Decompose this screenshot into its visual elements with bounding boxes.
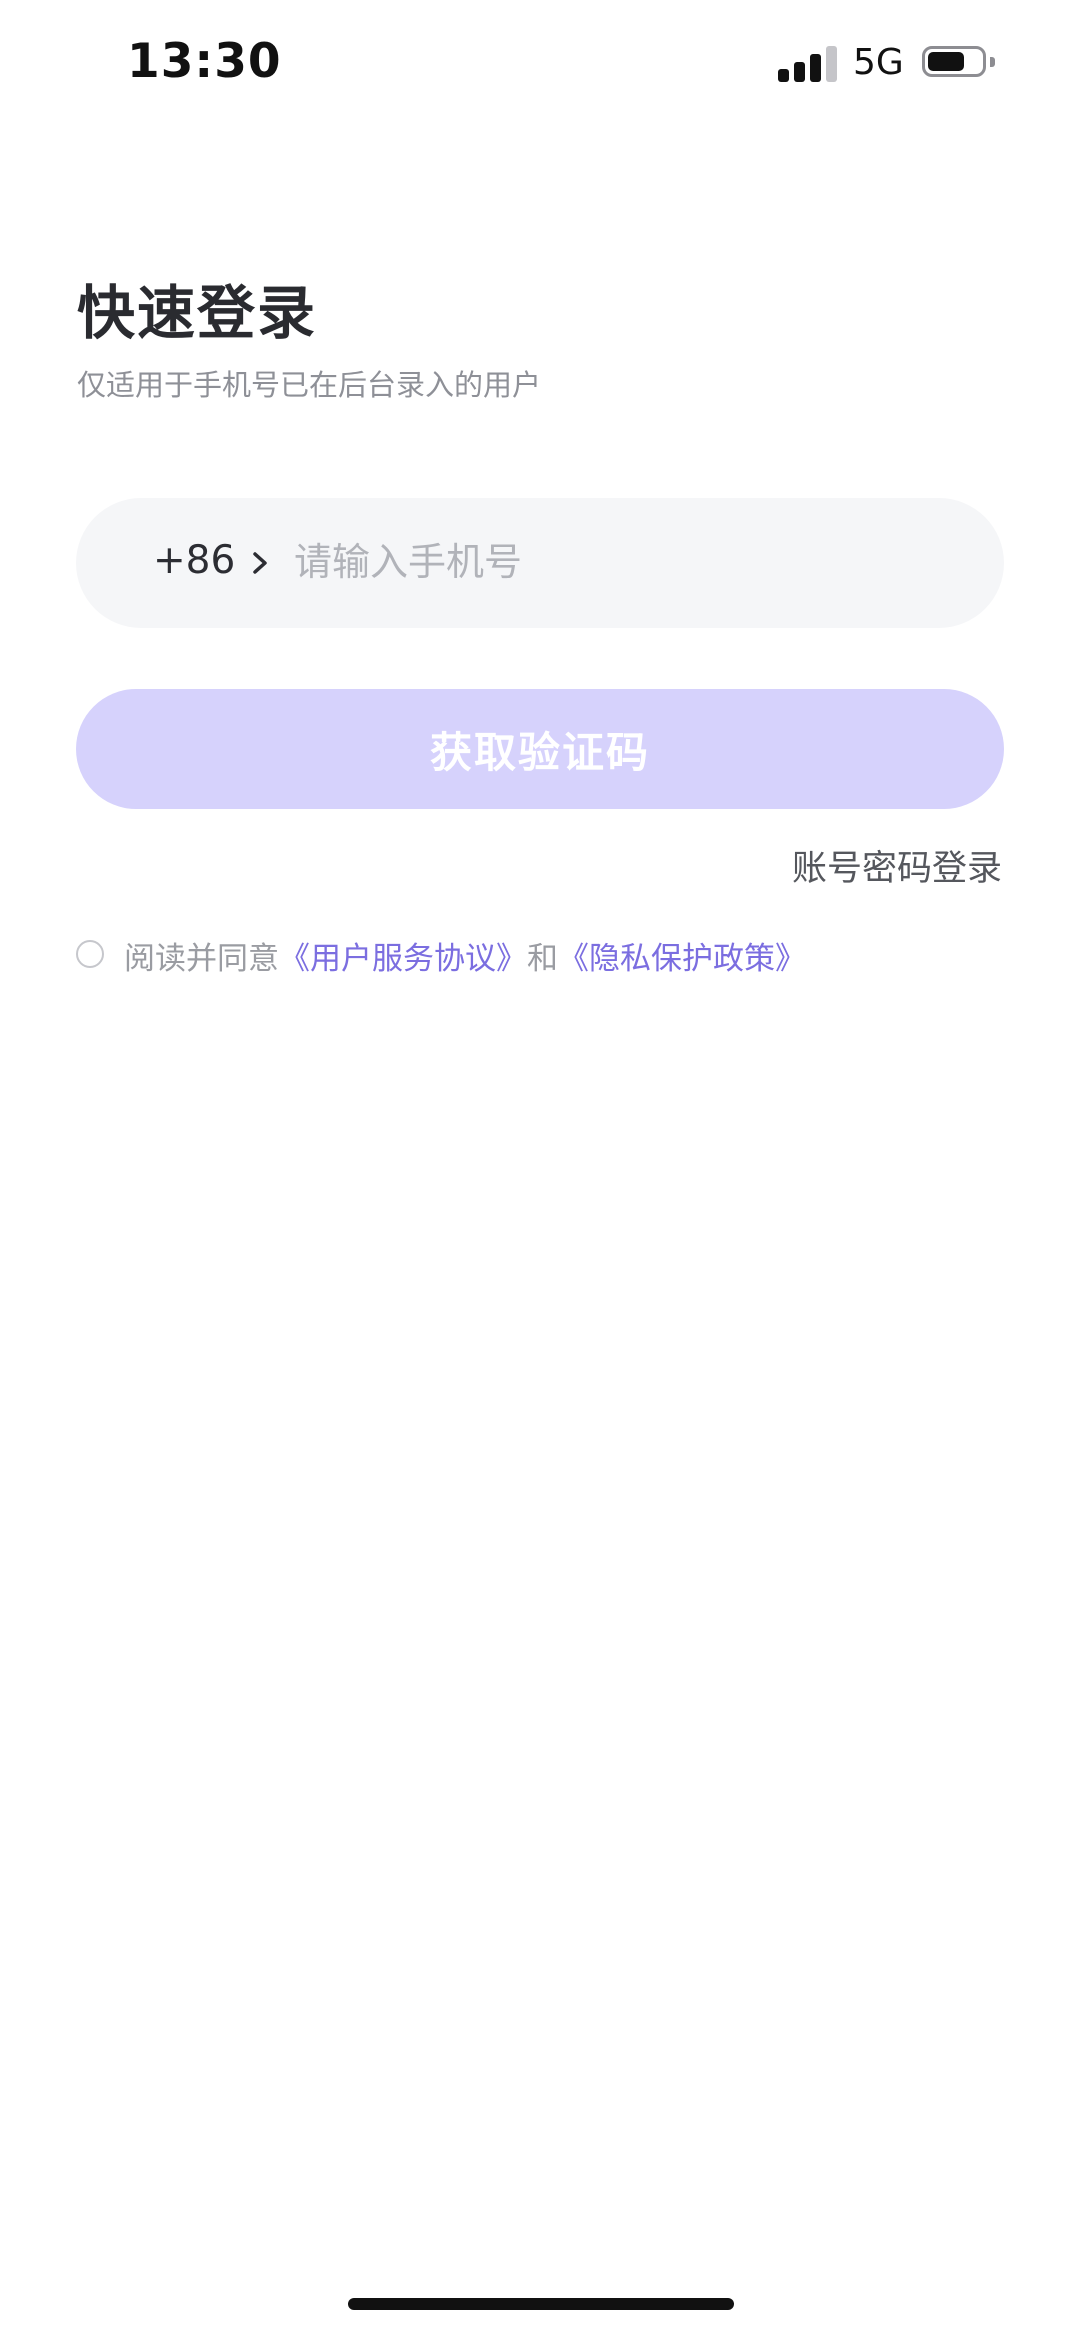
- signal-icon: [778, 44, 838, 82]
- chevron-right-icon[interactable]: [248, 548, 272, 578]
- agreement-conjunction: 和: [527, 941, 558, 977]
- page-title: 快速登录: [77, 279, 318, 347]
- status-bar: 13:30 5G: [0, 0, 1080, 130]
- phone-field[interactable]: +86: [76, 498, 1004, 628]
- get-verification-code-button[interactable]: 获取验证码: [76, 689, 1004, 809]
- phone-input[interactable]: [294, 526, 954, 598]
- battery-cap: [990, 57, 995, 67]
- user-agreement-link[interactable]: 《用户服务协议》: [279, 941, 527, 977]
- page-subtitle: 仅适用于手机号已在后台录入的用户: [77, 368, 542, 402]
- account-password-login-link[interactable]: 账号密码登录: [792, 840, 1002, 891]
- home-indicator[interactable]: [348, 2298, 734, 2310]
- battery-icon: [922, 46, 986, 77]
- agreement-prefix: 阅读并同意: [124, 941, 279, 977]
- country-code-selector[interactable]: +86: [153, 538, 235, 583]
- network-type: 5G: [853, 42, 904, 83]
- agreement-checkbox[interactable]: [76, 940, 104, 968]
- status-time: 13:30: [127, 34, 282, 89]
- privacy-policy-link[interactable]: 《隐私保护政策》: [558, 941, 806, 977]
- agreement-text: 阅读并同意《用户服务协议》和《隐私保护政策》: [124, 933, 806, 978]
